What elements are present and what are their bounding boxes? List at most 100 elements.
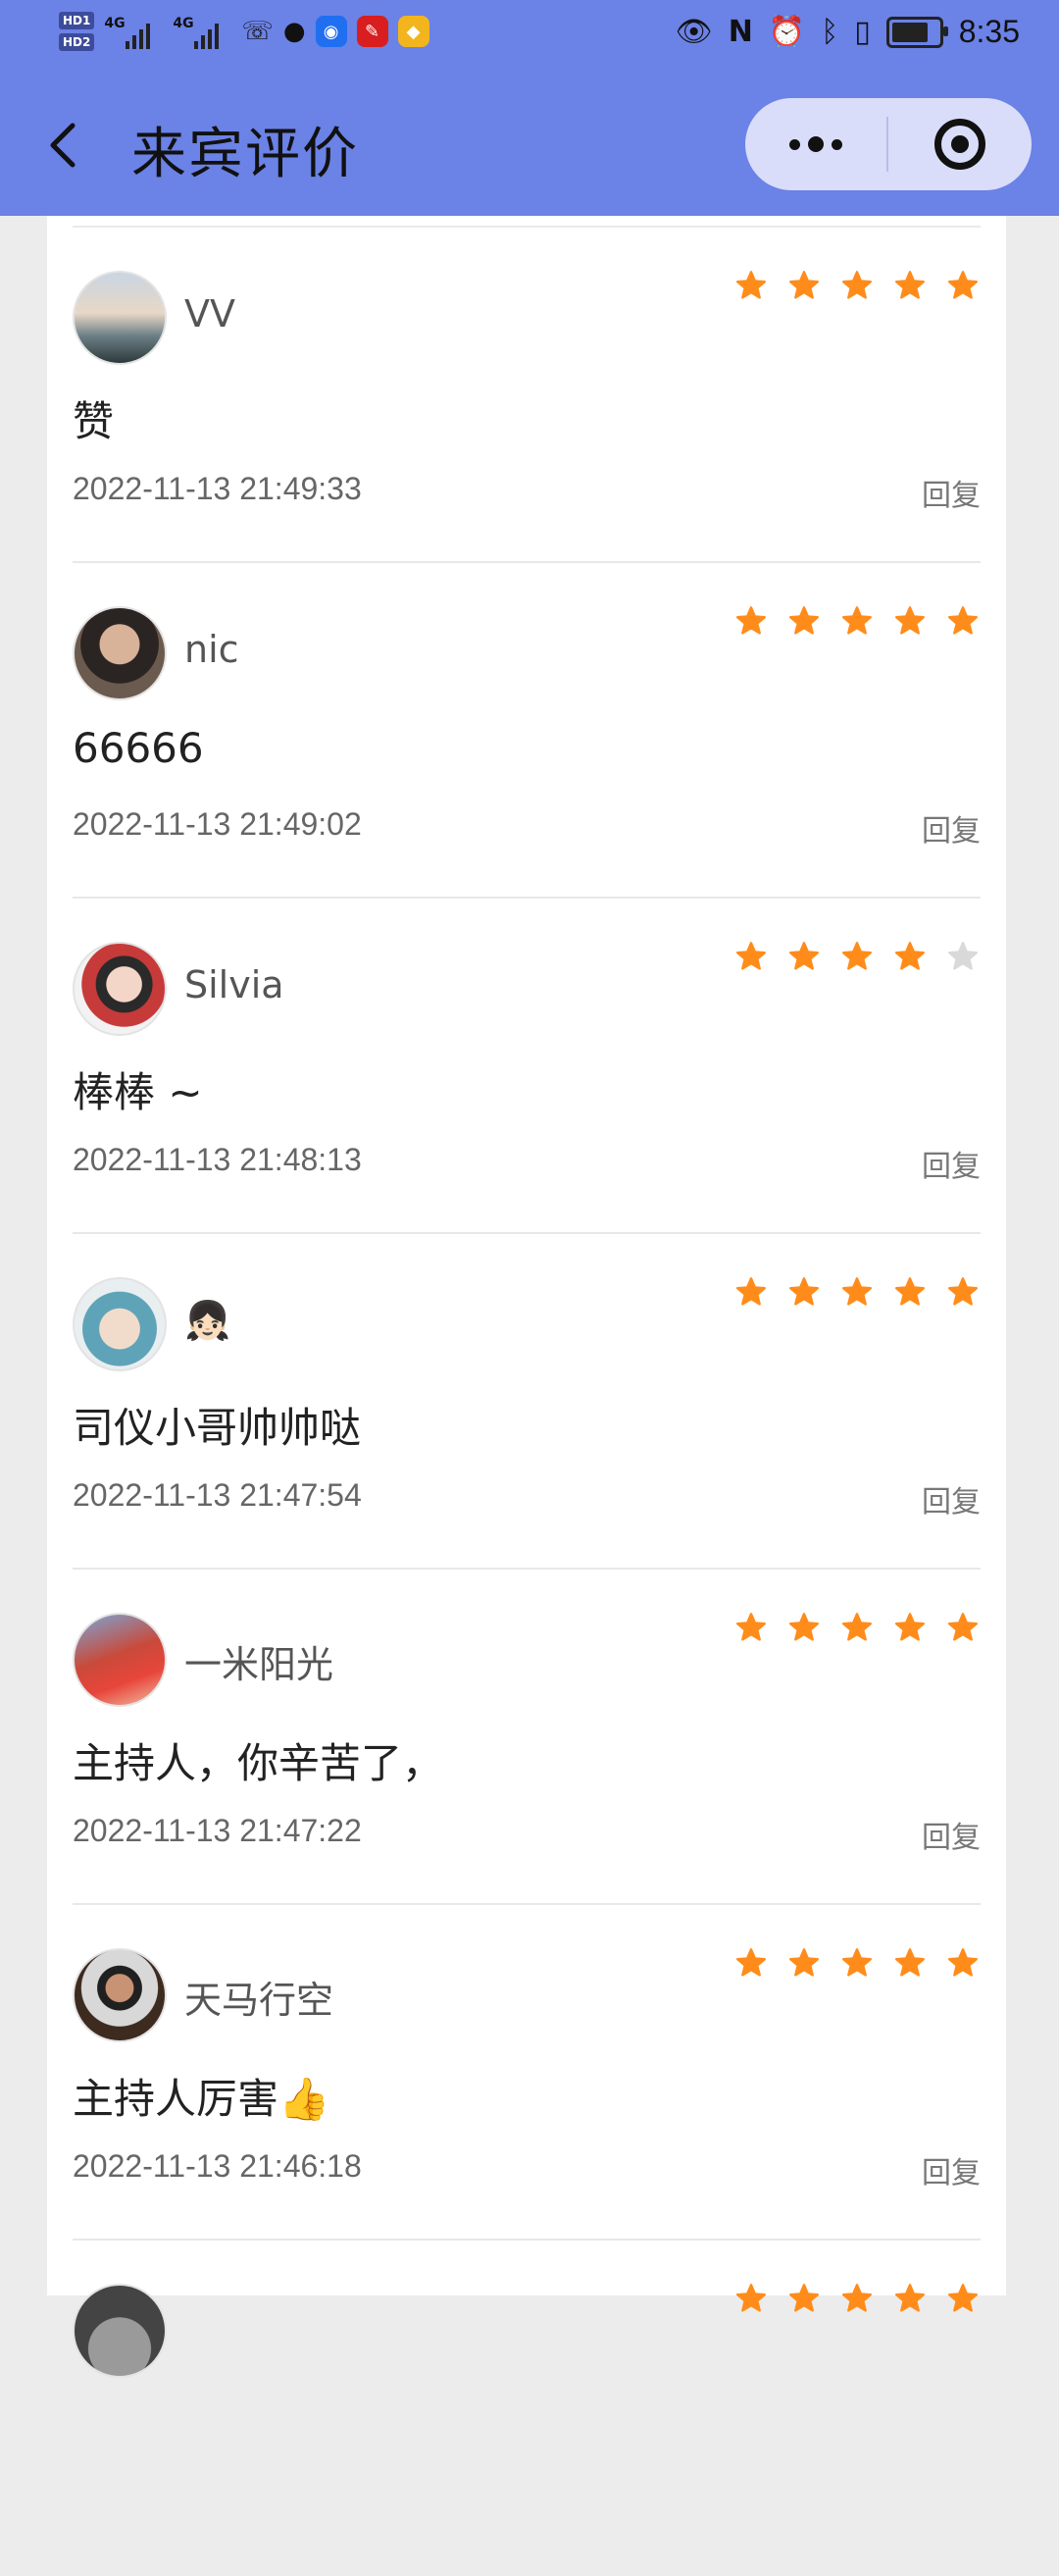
reviewer-name: Silvia — [184, 963, 284, 1006]
avatar[interactable] — [73, 942, 167, 1036]
star-filled-icon — [892, 269, 928, 304]
review-timestamp: 2022-11-13 21:46:18 — [73, 2148, 362, 2184]
study-app-icon: ✎ — [356, 16, 388, 47]
review-timestamp: 2022-11-13 21:49:02 — [73, 806, 362, 842]
star-filled-icon — [945, 1946, 981, 1982]
reply-button[interactable]: 回复 — [922, 1813, 981, 1856]
sim-indicators: HD1 HD2 — [59, 12, 95, 51]
star-filled-icon — [945, 604, 981, 640]
review-timestamp: 2022-11-13 21:48:13 — [73, 1142, 362, 1177]
star-filled-icon — [786, 940, 822, 975]
signal-1-icon: 4G — [104, 10, 163, 53]
navigation-bar: 来宾评价 — [0, 73, 1059, 216]
page-title: 来宾评价 — [131, 123, 359, 186]
review-item: nic 66666 2022-11-13 21:49:02 回复 — [73, 563, 981, 899]
star-filled-icon — [945, 1275, 981, 1311]
wechat-icon: ● — [282, 17, 306, 46]
avatar[interactable] — [73, 271, 167, 365]
reply-button[interactable]: 回复 — [922, 2148, 981, 2191]
review-timestamp: 2022-11-13 21:47:22 — [73, 1813, 362, 1848]
star-rating — [733, 269, 981, 304]
reply-button[interactable]: 回复 — [922, 471, 981, 514]
review-comment: 66666 — [73, 724, 204, 772]
star-filled-icon — [892, 2282, 928, 2317]
star-rating — [733, 2282, 981, 2317]
avatar[interactable] — [73, 606, 167, 700]
review-comment: 主持人，你辛苦了， — [73, 1739, 444, 1787]
reply-button[interactable]: 回复 — [922, 1477, 981, 1520]
star-filled-icon — [733, 1611, 769, 1646]
avatar[interactable] — [73, 1948, 167, 2042]
reviewer-name: 天马行空 — [184, 1979, 334, 2022]
reply-button[interactable]: 回复 — [922, 1142, 981, 1185]
star-filled-icon — [892, 604, 928, 640]
review-timestamp: 2022-11-13 21:49:33 — [73, 471, 362, 506]
star-filled-icon — [892, 1611, 928, 1646]
star-filled-icon — [733, 1275, 769, 1311]
star-filled-icon — [786, 2282, 822, 2317]
diamond-app-icon: ◆ — [397, 16, 429, 47]
reviewer-name: 一米阳光 — [184, 1643, 334, 1686]
star-filled-icon — [892, 940, 928, 975]
star-filled-icon — [839, 940, 875, 975]
star-filled-icon — [733, 269, 769, 304]
chevron-left-icon — [50, 123, 76, 168]
avatar[interactable] — [73, 2284, 167, 2378]
star-rating — [733, 1946, 981, 1982]
star-filled-icon — [839, 2282, 875, 2317]
sim2-badge: HD2 — [59, 33, 95, 51]
reply-button[interactable]: 回复 — [922, 806, 981, 850]
review-item: VV 赞 2022-11-13 21:49:33 回复 — [73, 228, 981, 563]
review-comment: 主持人厉害👍 — [73, 2075, 330, 2123]
more-menu-button[interactable] — [745, 98, 886, 190]
star-filled-icon — [945, 2282, 981, 2317]
review-item — [73, 2241, 981, 2576]
star-rating — [733, 940, 981, 975]
status-bar: HD1 HD2 4G 4G ☏ ● ◉ ✎ ◆ 👁 N ⏰ ᛒ ▯ 8:35 — [0, 0, 1059, 73]
bluetooth-icon: ᛒ — [821, 15, 839, 49]
reviewer-name: 👧🏻 — [184, 1299, 231, 1342]
star-filled-icon — [786, 1611, 822, 1646]
review-item: 天马行空主持人厉害👍 2022-11-13 21:46:18 回复 — [73, 1905, 981, 2241]
review-item: 👧🏻 司仪小哥帅帅哒 2022-11-13 21:47:54 回复 — [73, 1234, 981, 1570]
star-filled-icon — [786, 269, 822, 304]
review-comment: 棒棒 ~ — [73, 1068, 203, 1116]
star-rating — [733, 1611, 981, 1646]
vibrate-icon: ▯ — [854, 15, 871, 49]
close-mini-program-button[interactable] — [888, 98, 1032, 190]
avatar[interactable] — [73, 1613, 167, 1707]
status-bar-left: HD1 HD2 4G 4G ☏ ● ◉ ✎ ◆ — [59, 10, 429, 53]
review-timestamp: 2022-11-13 21:47:54 — [73, 1477, 362, 1513]
review-comment: 赞 — [73, 397, 115, 445]
star-filled-icon — [733, 940, 769, 975]
star-filled-icon — [892, 1275, 928, 1311]
star-rating — [733, 1275, 981, 1311]
status-time: 8:35 — [958, 14, 1020, 49]
nfc-icon: N — [728, 15, 753, 49]
star-filled-icon — [786, 1275, 822, 1311]
reviewer-name: nic — [184, 628, 239, 671]
star-filled-icon — [786, 1946, 822, 1982]
star-filled-icon — [839, 604, 875, 640]
bulb-app-icon: ◉ — [315, 16, 347, 47]
star-filled-icon — [839, 1275, 875, 1311]
star-filled-icon — [892, 1946, 928, 1982]
eye-icon: 👁 — [675, 15, 713, 49]
review-item: 一米阳光主持人，你辛苦了， 2022-11-13 21:47:22 回复 — [73, 1570, 981, 1905]
star-filled-icon — [839, 1946, 875, 1982]
alarm-icon: ⏰ — [768, 15, 806, 49]
signal-2-icon: 4G — [173, 10, 231, 53]
star-filled-icon — [839, 1611, 875, 1646]
back-button[interactable] — [39, 114, 86, 177]
star-filled-icon — [839, 269, 875, 304]
reviews-card: VV 赞 2022-11-13 21:49:33 回复 nic 66666 2022-11-… — [47, 216, 1006, 2378]
target-icon — [934, 119, 985, 170]
star-filled-icon — [945, 269, 981, 304]
star-filled-icon — [733, 2282, 769, 2317]
reviewer-name: VV — [184, 292, 235, 335]
review-comment: 司仪小哥帅帅哒 — [73, 1404, 362, 1452]
sim1-badge: HD1 — [59, 12, 95, 29]
star-filled-icon — [733, 1946, 769, 1982]
review-item: Silvia 棒棒 ~ 2022-11-13 21:48:13 回复 — [73, 899, 981, 1234]
avatar[interactable] — [73, 1277, 167, 1371]
